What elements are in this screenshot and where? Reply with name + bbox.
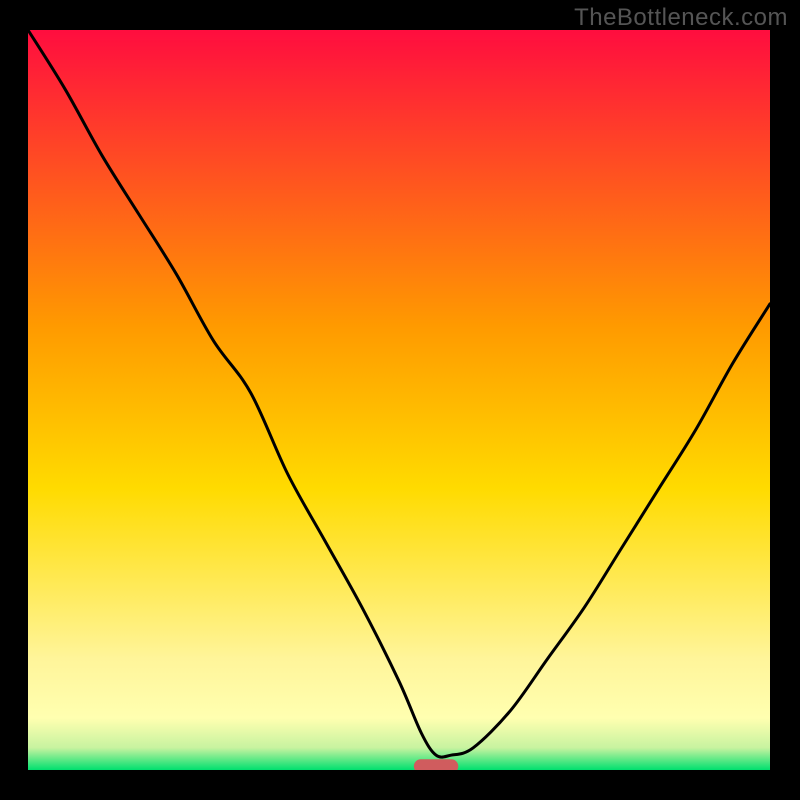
chart-frame: TheBottleneck.com: [0, 0, 800, 800]
plot-area: [28, 30, 770, 770]
gradient-bg: [28, 30, 770, 770]
watermark-text: TheBottleneck.com: [574, 4, 788, 32]
bottleneck-plot-svg: [28, 30, 770, 770]
target-marker: [414, 759, 459, 770]
